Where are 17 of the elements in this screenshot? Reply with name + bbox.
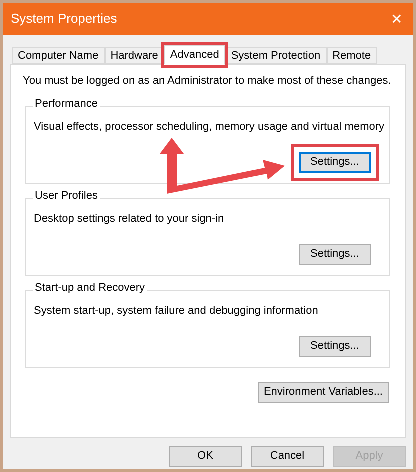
dialog-button[interactable]: OK xyxy=(169,446,242,467)
group-title: User Profiles xyxy=(33,190,100,202)
group-description: Desktop settings related to your sign-in xyxy=(34,212,226,226)
window-title: System Properties xyxy=(11,10,118,28)
settings-button[interactable]: Settings... xyxy=(299,152,371,173)
tab[interactable]: Remote xyxy=(326,47,378,64)
environment-variables-button[interactable]: Environment Variables... xyxy=(258,382,389,402)
group-title: Start-up and Recovery xyxy=(33,282,148,294)
tab[interactable]: System Protection xyxy=(225,47,327,64)
dialog-button[interactable]: Cancel xyxy=(251,446,324,467)
group-title: Performance xyxy=(33,98,100,110)
settings-button[interactable]: Settings... xyxy=(299,244,371,265)
notice-text: You must be logged on as an Administrator to make most of these changes. xyxy=(23,74,391,89)
tab[interactable]: Advanced xyxy=(164,45,226,65)
settings-button[interactable]: Settings... xyxy=(299,336,371,357)
group-description: System start-up, system failure and debugging information xyxy=(34,304,320,318)
tab[interactable]: Computer Name xyxy=(12,47,105,64)
